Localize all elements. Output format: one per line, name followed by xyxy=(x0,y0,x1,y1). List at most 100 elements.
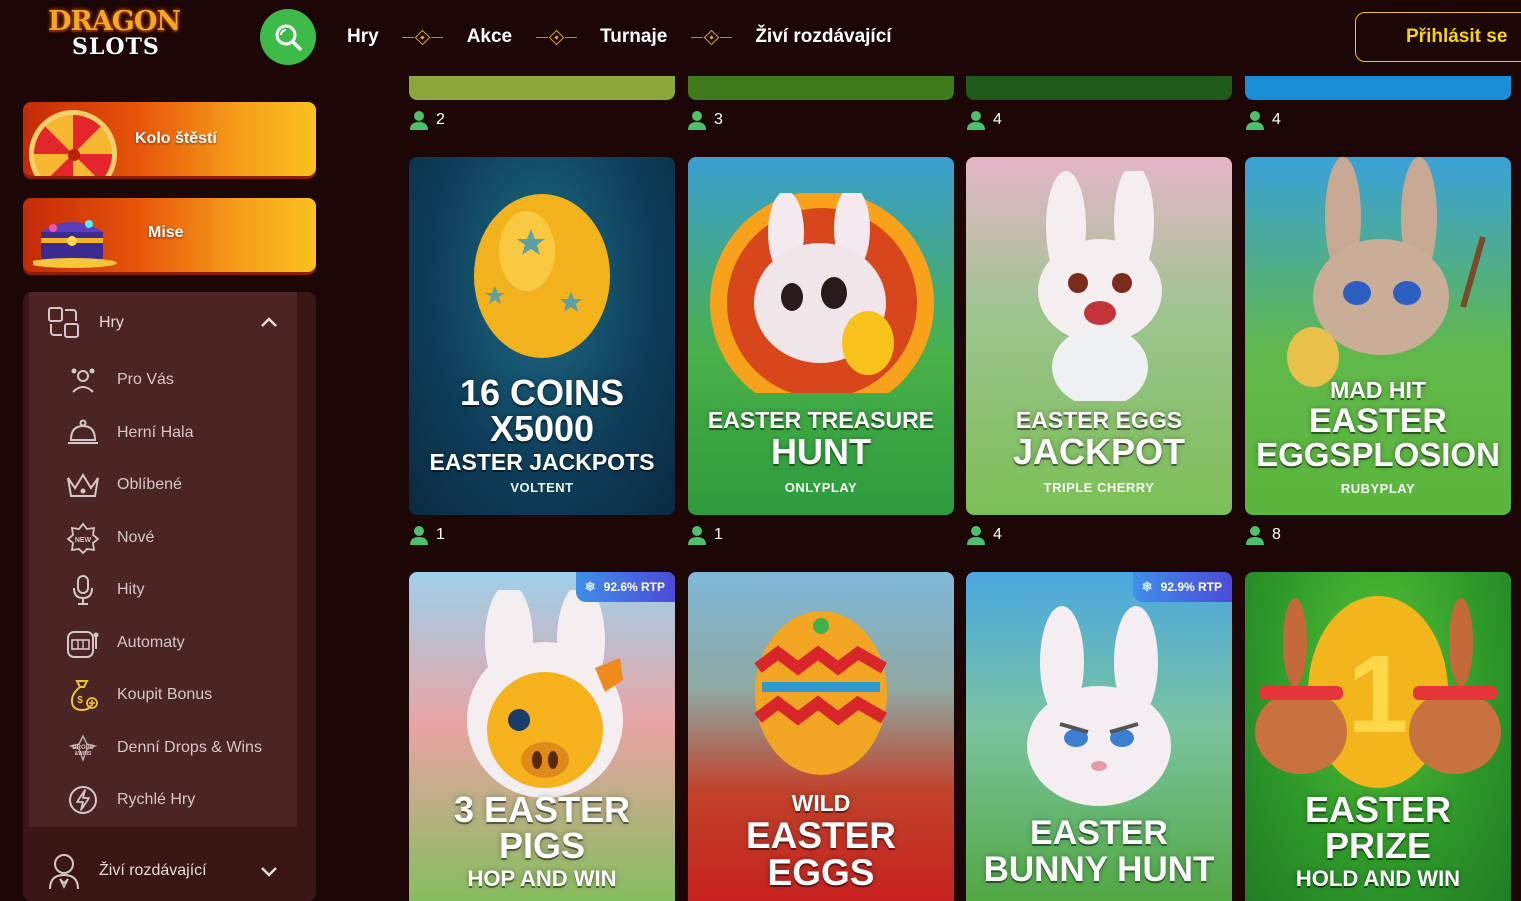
game-card-easter-bunny-hunt[interactable]: 92.9% RTP EASTER BUNNY HUNT xyxy=(966,572,1232,901)
sidebar-item-label: Nové xyxy=(117,529,155,546)
sidebar-item-label: Automaty xyxy=(117,634,185,651)
user-icon xyxy=(967,111,985,130)
user-icon xyxy=(1246,526,1264,545)
search-icon xyxy=(275,24,302,51)
user-icon xyxy=(688,111,706,130)
nav-akce[interactable]: Akce xyxy=(467,26,512,48)
microphone-icon xyxy=(64,572,102,608)
game-title-line: BUNNY HUNT xyxy=(983,850,1215,889)
login-button[interactable]: Přihlásit se xyxy=(1355,12,1521,62)
svg-text:1: 1 xyxy=(1347,633,1408,756)
game-title: WILD EASTER EGGS xyxy=(688,792,954,892)
player-count: 3 xyxy=(688,110,723,130)
money-bag-icon: $ xyxy=(64,677,102,713)
nav-live-dealers[interactable]: Živí rozdávající xyxy=(755,26,891,48)
nav-turnaje[interactable]: Turnaje xyxy=(600,26,667,48)
golden-egg-icon xyxy=(474,194,610,358)
treasure-chest-icon xyxy=(33,220,117,268)
player-count: 4 xyxy=(967,110,1002,130)
user-icon xyxy=(967,526,985,545)
game-card-partial[interactable] xyxy=(966,76,1232,100)
game-subtitle: EASTER JACKPOTS xyxy=(429,449,655,475)
main-nav: Hry Akce Turnaje Živí rozdávající xyxy=(347,24,892,50)
player-count-value: 4 xyxy=(993,526,1002,543)
game-title: 16 COINS X5000 EASTER JACKPOTS VOLTENT xyxy=(409,375,675,496)
game-title-line: EASTER xyxy=(1304,789,1452,830)
game-title-line: PRIZE xyxy=(1324,825,1431,866)
user-icon xyxy=(410,526,428,545)
game-title-line: EASTER xyxy=(1030,814,1168,852)
game-title-line: HUNT xyxy=(771,431,871,472)
player-count-value: 4 xyxy=(993,111,1002,128)
new-badge-icon: NEW xyxy=(64,520,102,556)
missions-promo[interactable]: Mise xyxy=(23,198,316,272)
svg-text:$: $ xyxy=(77,695,83,706)
game-card-mad-hit-easter-eggsplosion[interactable]: MAD HIT EASTER EGGSPLOSION RUBYPLAY xyxy=(1245,157,1511,515)
player-count: 2 xyxy=(410,110,445,130)
painted-egg-icon xyxy=(754,611,887,775)
game-card-easter-eggs-jackpot[interactable]: EASTER EGGS JACKPOT TRIPLE CHERRY xyxy=(966,157,1232,515)
game-provider: VOLTENT xyxy=(510,480,574,495)
game-card-easter-prize[interactable]: 1 EASTER PRIZE HOLD AND WIN xyxy=(1245,572,1511,901)
game-card-wild-easter-eggs[interactable]: WILD EASTER EGGS xyxy=(688,572,954,901)
user-icon xyxy=(410,111,428,130)
game-provider: RUBYPLAY xyxy=(1340,481,1416,496)
game-card-partial[interactable] xyxy=(409,76,675,100)
sidebar-item-label: Herní Hala xyxy=(117,424,194,441)
sidebar-item-rychle-hry[interactable]: Rychlé Hry xyxy=(64,782,294,818)
player-count: 1 xyxy=(410,525,445,545)
sidebar-games-toggle[interactable]: Hry xyxy=(46,302,286,344)
player-count-value: 8 xyxy=(1272,526,1281,543)
game-card-partial[interactable] xyxy=(1245,76,1511,100)
sidebar-item-koupit-bonus[interactable]: $ Koupit Bonus xyxy=(64,677,294,713)
svg-text:&WINS: &WINS xyxy=(75,751,92,757)
game-title-line: PIGS xyxy=(498,825,586,866)
logo-line2: SLOTS xyxy=(72,34,160,60)
sidebar-item-label: Koupit Bonus xyxy=(117,686,213,703)
rtp-badge: 92.6% RTP xyxy=(575,572,675,602)
game-card-partial[interactable] xyxy=(688,76,954,100)
game-title-line: EASTER xyxy=(745,815,897,856)
game-title-line: EASTER TREASURE xyxy=(707,407,935,433)
sidebar-item-nove[interactable]: NEW Nové xyxy=(64,520,294,556)
player-count-value: 3 xyxy=(714,111,723,128)
player-count: 8 xyxy=(1246,525,1281,545)
game-card-easter-treasure-hunt[interactable]: EASTER TREASURE HUNT ONLYPLAY xyxy=(688,157,954,515)
tools-icon xyxy=(64,362,102,398)
game-title-line: EASTER EGGS xyxy=(1015,407,1183,433)
sidebar-item-label: Pro Vás xyxy=(117,371,174,388)
sidebar-live-dealers-label: Živí rozdávající xyxy=(99,862,207,879)
nav-hry[interactable]: Hry xyxy=(347,26,379,48)
logo-line1: DRAGON xyxy=(48,6,181,37)
user-icon xyxy=(688,526,706,545)
sidebar-item-herni-hala[interactable]: Herní Hala xyxy=(64,415,294,451)
sidebar-item-label: Hity xyxy=(117,581,145,598)
game-title-line: MAD HIT xyxy=(1330,377,1426,403)
pig-bunny-icon xyxy=(467,590,623,798)
game-title-line: EASTER xyxy=(1309,402,1447,440)
game-provider: TRIPLE CHERRY xyxy=(1043,480,1155,495)
chevron-up-icon[interactable] xyxy=(260,316,278,328)
sidebar-item-automaty[interactable]: Automaty xyxy=(64,625,294,661)
sidebar-item-oblibene[interactable]: Oblíbené xyxy=(64,467,294,503)
logo[interactable]: DRAGON SLOTS xyxy=(48,6,183,62)
sidebar-live-dealers-toggle[interactable]: Živí rozdávající xyxy=(46,848,286,894)
wheel-of-fortune-promo[interactable]: Kolo štěstí xyxy=(23,102,316,176)
player-count-value: 1 xyxy=(436,526,445,543)
nav-separator xyxy=(512,29,600,45)
sidebar-item-drops-wins[interactable]: DROPS &WINS Denní Drops & Wins xyxy=(64,730,294,766)
nav-separator xyxy=(667,29,755,45)
chevron-down-icon[interactable] xyxy=(260,865,278,877)
player-count-value: 4 xyxy=(1272,111,1281,128)
game-card-16-coins[interactable]: 16 COINS X5000 EASTER JACKPOTS VOLTENT xyxy=(409,157,675,515)
game-title-line: EGGSPLOSION xyxy=(1256,436,1500,473)
sidebar-item-hity[interactable]: Hity xyxy=(64,572,294,608)
player-count: 1 xyxy=(688,525,723,545)
player-count: 4 xyxy=(967,525,1002,545)
game-subtitle: HOP AND WIN xyxy=(467,866,617,891)
search-button[interactable] xyxy=(260,9,316,65)
game-title: EASTER BUNNY HUNT xyxy=(966,816,1232,887)
sidebar-item-pro-vas[interactable]: Pro Vás xyxy=(64,362,294,398)
game-card-3-easter-pigs[interactable]: 92.6% RTP 3 EASTER PIGS HOP AND WIN xyxy=(409,572,675,901)
header: DRAGON SLOTS Hry Akce Turnaje Živí rozdá… xyxy=(0,0,1521,76)
